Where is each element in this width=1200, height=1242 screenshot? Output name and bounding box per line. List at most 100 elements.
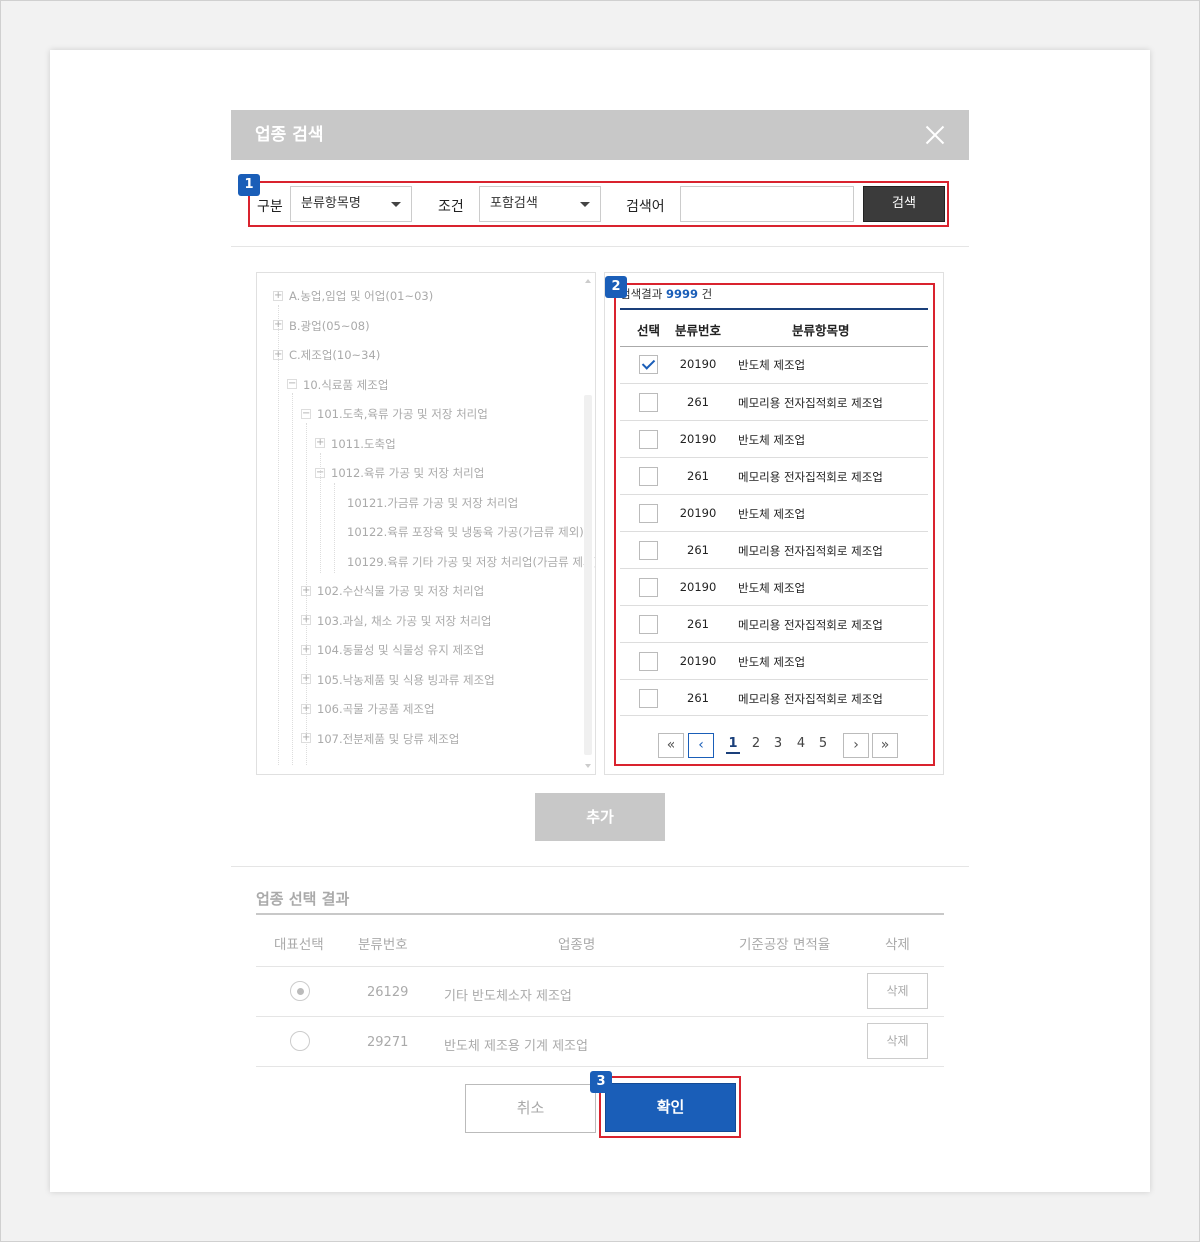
table-row: 20190 반도체 제조업 — [620, 346, 928, 383]
tree-node[interactable]: + C.제조업(10~34) — [273, 346, 380, 364]
tree-node[interactable]: 10122.육류 포장육 및 냉동육 가공(가금류 제외) — [347, 523, 584, 541]
row-code: 20190 — [679, 580, 717, 594]
first-page-button[interactable]: « — [658, 733, 684, 758]
sel-header-name: 업종명 — [558, 937, 596, 953]
expand-icon[interactable]: + — [315, 438, 325, 448]
tree-node[interactable]: +106.곡물 가공품 제조업 — [301, 700, 435, 718]
collapse-icon[interactable]: − — [315, 467, 325, 478]
expand-icon[interactable]: + — [301, 703, 311, 714]
select-checkbox[interactable] — [639, 541, 658, 560]
expand-icon[interactable]: + — [301, 674, 311, 684]
page-3[interactable]: 3 — [771, 736, 785, 751]
last-page-button[interactable]: » — [872, 733, 898, 758]
tree-scrollbar[interactable] — [583, 275, 593, 772]
page-5[interactable]: 5 — [816, 736, 830, 751]
tree-node[interactable]: +104.동물성 및 식물성 유지 제조업 — [301, 641, 484, 659]
category-select[interactable]: 분류항목명 — [290, 186, 412, 222]
collapse-icon[interactable]: − — [287, 379, 297, 389]
select-checkbox[interactable] — [639, 578, 658, 597]
annotation-badge-2: 2 — [605, 276, 627, 298]
expand-icon[interactable]: + — [273, 320, 283, 330]
tree-node-label: 10129.육류 기타 가공 및 저장 처리업(가금류 제외) — [347, 554, 596, 569]
table-row: 261 메모리용 전자집적회로 제조업 — [620, 383, 928, 420]
sel-code: 26129 — [367, 985, 409, 1000]
tree-node[interactable]: +102.수산식물 가공 및 저장 처리업 — [301, 582, 484, 600]
page-4[interactable]: 4 — [794, 736, 808, 751]
tree-node-label: 103.과실, 채소 가공 및 저장 처리업 — [317, 613, 492, 628]
expand-icon[interactable]: + — [301, 733, 311, 743]
condition-select[interactable]: 포함검색 — [479, 186, 601, 222]
results-top-line — [620, 308, 928, 310]
expand-icon[interactable]: + — [301, 585, 311, 596]
annotation-badge-1: 1 — [238, 174, 260, 196]
tree-node[interactable]: + A.농업,임업 및 어업(01~03) — [273, 287, 433, 305]
industry-search-modal: 업종 검색 — [231, 110, 969, 160]
tree-node[interactable]: +107.전분제품 및 당류 제조업 — [301, 730, 459, 748]
prev-page-button[interactable]: ‹ — [688, 733, 714, 758]
row-name: 메모리용 전자집적회로 제조업 — [738, 618, 883, 632]
cancel-button[interactable]: 취소 — [465, 1084, 596, 1133]
tree-node-label: 102.수산식물 가공 및 저장 처리업 — [317, 584, 485, 598]
select-checkbox[interactable] — [639, 689, 658, 708]
sel-header-code: 분류번호 — [358, 937, 408, 953]
expand-icon[interactable]: + — [301, 644, 311, 655]
scroll-up-icon[interactable] — [585, 279, 591, 283]
close-icon[interactable] — [925, 125, 945, 145]
tree-node[interactable]: 10129.육류 기타 가공 및 저장 처리업(가금류 제외) — [347, 553, 596, 571]
select-checkbox[interactable] — [639, 430, 658, 449]
select-checkbox[interactable] — [639, 615, 658, 634]
table-row: 261 메모리용 전자집적회로 제조업 — [620, 605, 928, 642]
tree-node[interactable]: −1012.육류 가공 및 저장 처리업 — [315, 464, 484, 482]
next-page-button[interactable]: › — [843, 733, 869, 758]
page-1[interactable]: 1 — [726, 736, 740, 754]
tree-node[interactable]: −10.식료품 제조업 — [287, 376, 388, 394]
tree-node-label: 106.곡물 가공품 제조업 — [317, 702, 435, 716]
keyword-label: 검색어 — [626, 199, 665, 215]
tree-node-label: B.광업(05~08) — [289, 318, 370, 333]
select-checkbox[interactable] — [639, 355, 658, 374]
collapse-icon[interactable]: − — [301, 408, 311, 419]
tree-node[interactable]: +105.낙농제품 및 식용 빙과류 제조업 — [301, 671, 495, 689]
add-button[interactable]: 추가 — [535, 793, 665, 841]
divider — [231, 866, 969, 867]
tree-node-label: C.제조업(10~34) — [289, 348, 381, 362]
category-tree: + A.농업,임업 및 어업(01~03) + B.광업(05~08) + C.제조업(1… — [256, 272, 596, 775]
row-code: 261 — [687, 691, 709, 705]
search-button[interactable]: 검색 — [863, 186, 945, 222]
tree-node-label: 104.동물성 및 식물성 유지 제조업 — [317, 643, 485, 657]
row-name: 메모리용 전자집적회로 제조업 — [738, 470, 883, 484]
col-header-select: 선택 — [637, 323, 661, 338]
row-code: 20190 — [679, 357, 717, 371]
dropdown-arrow-icon — [580, 202, 590, 207]
keyword-input[interactable] — [680, 186, 854, 222]
tree-node-label: A.농업,임업 및 어업(01~03) — [289, 289, 434, 303]
scroll-thumb[interactable] — [584, 395, 592, 755]
row-divider — [256, 966, 944, 967]
tree-node[interactable]: −101.도축,육류 가공 및 저장 처리업 — [301, 405, 488, 423]
tree-node[interactable]: 10121.가금류 가공 및 저장 처리업 — [347, 494, 518, 512]
rep-radio[interactable] — [290, 981, 310, 1001]
select-checkbox[interactable] — [639, 393, 658, 412]
scroll-down-icon[interactable] — [585, 764, 591, 768]
tree-node[interactable]: +1011.도축업 — [315, 435, 396, 453]
page-2[interactable]: 2 — [749, 736, 763, 751]
table-row: 20190 반도체 제조업 — [620, 420, 928, 457]
select-checkbox[interactable] — [639, 504, 658, 523]
delete-button[interactable]: 삭제 — [867, 1023, 928, 1059]
expand-icon[interactable]: + — [301, 615, 311, 625]
expand-icon[interactable]: + — [273, 349, 283, 360]
tree-node[interactable]: + B.광업(05~08) — [273, 317, 370, 335]
select-checkbox[interactable] — [639, 652, 658, 671]
tree-node-label: 10.식료품 제조업 — [303, 377, 389, 392]
annotation-badge-3: 3 — [590, 1071, 612, 1093]
expand-icon[interactable]: + — [273, 290, 283, 301]
tree-node[interactable]: +103.과실, 채소 가공 및 저장 처리업 — [301, 612, 492, 630]
rep-radio[interactable] — [290, 1031, 310, 1051]
sel-code: 29271 — [367, 1035, 409, 1050]
sel-header-rep: 대표선택 — [274, 937, 324, 953]
modal-title: 업종 검색 — [255, 125, 324, 145]
delete-button[interactable]: 삭제 — [867, 973, 928, 1009]
select-checkbox[interactable] — [639, 467, 658, 486]
row-name: 반도체 제조업 — [738, 358, 806, 372]
confirm-button[interactable]: 확인 — [605, 1083, 736, 1132]
